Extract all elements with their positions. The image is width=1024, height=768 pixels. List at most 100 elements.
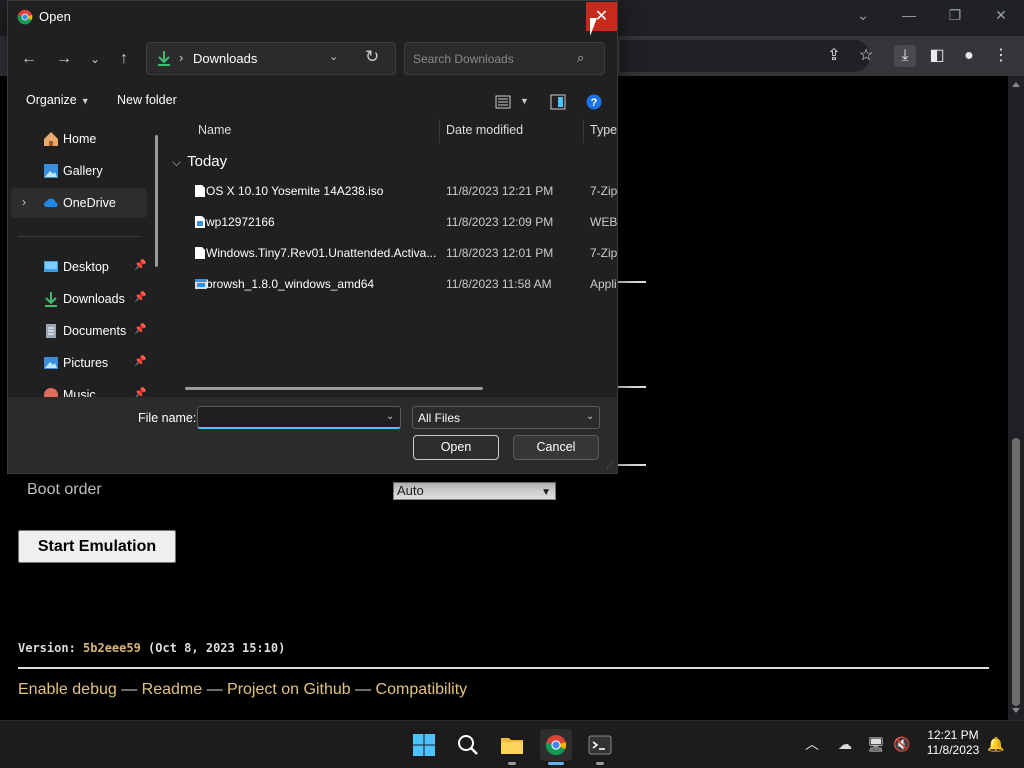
nav-scrollbar[interactable] bbox=[155, 135, 158, 267]
terminal-button[interactable] bbox=[584, 729, 616, 765]
divider-line bbox=[618, 386, 646, 388]
chevron-down-icon: ⌵ bbox=[172, 155, 182, 169]
scroll-thumb[interactable] bbox=[1012, 438, 1020, 706]
file-name-combobox[interactable]: ⌄ bbox=[197, 406, 401, 429]
minimize-button[interactable]: — bbox=[895, 4, 923, 26]
desktop-icon bbox=[44, 261, 58, 272]
file-date: 11/8/2023 12:01 PM bbox=[446, 246, 554, 260]
file-row[interactable]: OS X 10.10 Yosemite 14A238.iso 11/8/2023… bbox=[168, 176, 617, 206]
network-icon[interactable]: 🖥 bbox=[866, 734, 886, 754]
column-header-name[interactable]: Name bbox=[198, 123, 231, 137]
taskbar-clock[interactable]: 12:21 PM 11/8/2023 bbox=[922, 728, 984, 758]
file-row[interactable]: browsh_1.8.0_windows_amd64 11/8/2023 11:… bbox=[168, 269, 617, 299]
file-list-hscrollbar[interactable] bbox=[185, 387, 483, 390]
nav-item-documents[interactable]: Documents 📌 bbox=[11, 316, 147, 346]
svg-text:?: ? bbox=[591, 97, 598, 109]
download-icon bbox=[45, 292, 57, 307]
pin-icon[interactable]: 📌 bbox=[134, 356, 146, 367]
chevron-down-icon[interactable]: ⌄ bbox=[329, 50, 338, 63]
nav-item-gallery[interactable]: Gallery bbox=[11, 156, 147, 186]
preview-pane-icon[interactable] bbox=[550, 94, 566, 110]
chevron-down-icon[interactable]: ⌄ bbox=[386, 411, 394, 422]
close-window-button[interactable]: ✕ bbox=[987, 4, 1015, 26]
address-bar[interactable]: › Downloads ⌄ ↻ bbox=[146, 42, 396, 75]
breadcrumb-downloads[interactable]: Downloads bbox=[193, 51, 257, 66]
folder-icon bbox=[501, 738, 523, 754]
resize-grip-icon[interactable]: ⋰ bbox=[606, 461, 614, 470]
nav-item-downloads[interactable]: Downloads 📌 bbox=[11, 284, 147, 314]
nav-item-desktop[interactable]: Desktop 📌 bbox=[11, 252, 147, 282]
nav-item-pictures[interactable]: Pictures 📌 bbox=[11, 348, 147, 378]
scroll-up-icon[interactable] bbox=[1012, 82, 1020, 87]
version-hash-link[interactable]: 5b2eee59 bbox=[83, 641, 141, 655]
github-link[interactable]: Project on Github bbox=[227, 681, 351, 698]
running-indicator bbox=[596, 762, 604, 765]
page-scrollbar[interactable] bbox=[1008, 76, 1024, 720]
chrome-taskbar-button[interactable] bbox=[540, 729, 572, 765]
side-panel-icon[interactable]: ◧ bbox=[926, 45, 948, 67]
file-name-input[interactable] bbox=[201, 409, 381, 426]
group-label: Today bbox=[187, 153, 228, 170]
onedrive-offline-icon[interactable]: ☁ bbox=[835, 734, 855, 754]
chevron-down-icon[interactable]: ▼ bbox=[520, 96, 529, 106]
boot-order-select[interactable]: Auto ▼ bbox=[393, 482, 556, 500]
downloads-icon[interactable]: ⤓ bbox=[894, 45, 916, 67]
chevron-right-icon[interactable]: › bbox=[22, 195, 26, 209]
nav-item-home[interactable]: Home bbox=[11, 124, 147, 154]
dialog-bottom: File name: ⌄ All Files ⌄ Open Cancel ⋰ bbox=[8, 397, 617, 473]
image-file-icon bbox=[195, 216, 205, 228]
restore-button[interactable]: ❐ bbox=[941, 4, 969, 26]
active-indicator bbox=[548, 762, 564, 765]
back-button[interactable]: ← bbox=[17, 47, 41, 71]
share-icon[interactable]: ⇪ bbox=[823, 45, 845, 67]
menu-kebab-icon[interactable]: ⋮ bbox=[990, 45, 1012, 67]
column-header-type[interactable]: Type bbox=[590, 123, 617, 137]
readme-link[interactable]: Readme bbox=[142, 681, 202, 698]
file-explorer-button[interactable] bbox=[496, 729, 528, 765]
pin-icon[interactable]: 📌 bbox=[134, 388, 146, 397]
file-name: browsh_1.8.0_windows_amd64 bbox=[206, 277, 375, 291]
start-emulation-button[interactable]: Start Emulation bbox=[18, 530, 176, 563]
search-box[interactable]: ⌕ bbox=[404, 42, 605, 75]
column-divider[interactable] bbox=[583, 119, 584, 143]
file-row[interactable]: Windows.Tiny7.Rev01.Unattended.Activa...… bbox=[168, 238, 617, 268]
link-separator: — bbox=[116, 681, 142, 698]
start-button[interactable] bbox=[408, 729, 440, 761]
help-icon[interactable]: ? bbox=[586, 94, 602, 110]
view-options-icon[interactable] bbox=[495, 94, 511, 110]
compatibility-link[interactable]: Compatibility bbox=[376, 681, 468, 698]
profile-icon[interactable]: ● bbox=[958, 45, 980, 67]
pictures-icon bbox=[44, 357, 58, 369]
group-header-today[interactable]: ⌵ Today bbox=[172, 153, 227, 170]
pin-icon[interactable]: 📌 bbox=[134, 324, 146, 335]
column-divider[interactable] bbox=[439, 119, 440, 143]
enable-debug-link[interactable]: Enable debug bbox=[18, 681, 117, 698]
search-button[interactable] bbox=[452, 729, 484, 761]
chevron-down-icon: ⌄ bbox=[586, 411, 595, 422]
tab-search-icon[interactable]: ⌄ bbox=[849, 4, 877, 26]
open-file-dialog: Open ✕ ← → ⌄ ↑ › Downloads ⌄ ↻ ⌕ Organiz… bbox=[7, 0, 618, 474]
open-button[interactable]: Open bbox=[413, 435, 499, 460]
column-header-date[interactable]: Date modified bbox=[446, 123, 523, 137]
volume-muted-icon[interactable]: 🔇 bbox=[892, 734, 912, 754]
chevron-up-icon[interactable]: ︿ bbox=[802, 734, 822, 754]
download-icon bbox=[158, 51, 170, 66]
pin-icon[interactable]: 📌 bbox=[134, 260, 146, 271]
organize-menu[interactable]: Organize ▼ bbox=[26, 93, 90, 107]
notification-bell-icon[interactable]: 🔔 bbox=[986, 734, 1006, 754]
onedrive-icon bbox=[44, 198, 58, 207]
new-folder-button[interactable]: New folder bbox=[117, 93, 177, 107]
search-input[interactable] bbox=[413, 50, 573, 68]
nav-item-music[interactable]: Music 📌 bbox=[11, 380, 147, 397]
up-button[interactable]: ↑ bbox=[112, 47, 136, 71]
file-type-select[interactable]: All Files ⌄ bbox=[412, 406, 600, 429]
pin-icon[interactable]: 📌 bbox=[134, 292, 146, 303]
nav-item-onedrive[interactable]: › OneDrive bbox=[11, 188, 147, 218]
refresh-icon[interactable]: ↻ bbox=[365, 47, 379, 67]
forward-button[interactable]: → bbox=[52, 47, 76, 71]
file-row[interactable]: wp12972166 11/8/2023 12:09 PM WEBP bbox=[168, 207, 617, 237]
scroll-down-icon[interactable] bbox=[1012, 708, 1020, 713]
bookmark-star-icon[interactable]: ☆ bbox=[855, 45, 877, 67]
cancel-button[interactable]: Cancel bbox=[513, 435, 599, 460]
recent-locations-button[interactable]: ⌄ bbox=[83, 47, 107, 71]
